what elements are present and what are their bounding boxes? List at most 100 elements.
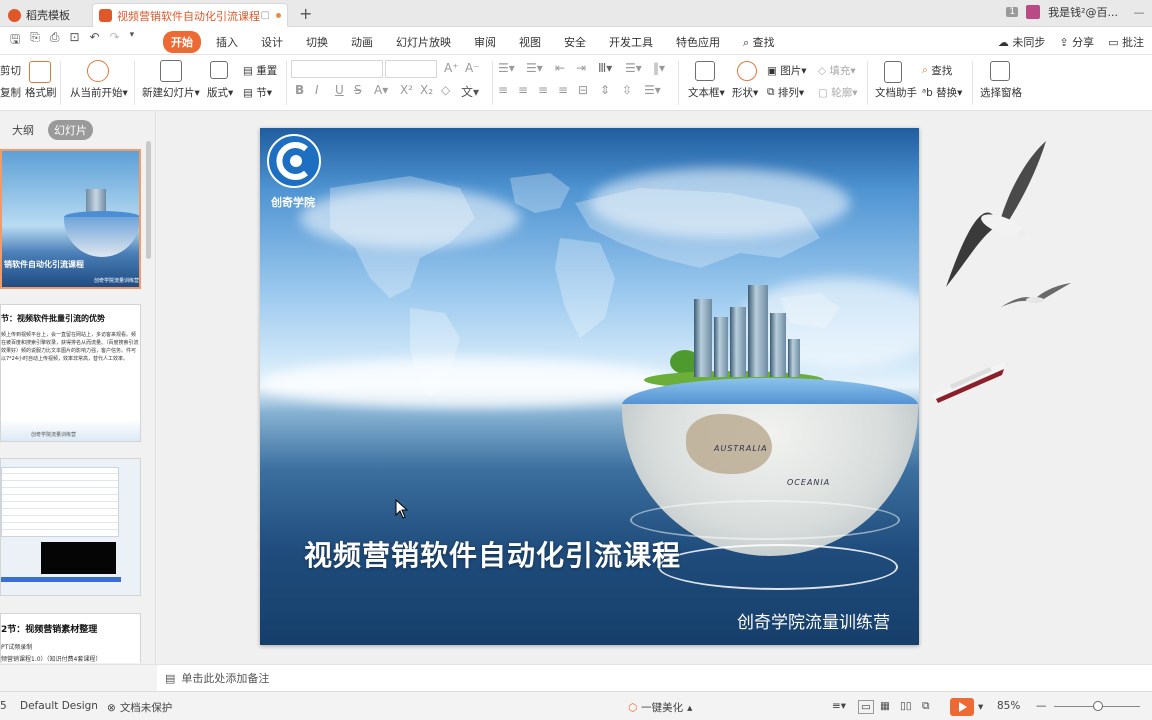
slide-sorter-icon[interactable]: ▦ [880,700,890,712]
section-button[interactable]: ▤ 节 ▾ [243,85,272,100]
print-preview-icon[interactable]: ⊡ [69,30,79,51]
slide-thumbnail-3[interactable] [0,458,141,596]
redo-icon[interactable]: ↷ [110,30,120,51]
text-direction-icon[interactable]: Ⅲ▾ [598,61,612,75]
zoom-slider-handle[interactable] [1093,701,1103,711]
tab-insert[interactable]: 插入 [208,31,246,53]
user-name[interactable]: 我是钱²@百... [1048,4,1118,20]
slide-thumbnail-1[interactable]: 销软件自动化引流课程 创奇学院流量训练营 [0,149,141,289]
play-from-current-button[interactable]: 从当前开始 ▾ [70,85,128,100]
increase-indent-icon[interactable]: ⇥ [576,61,586,75]
tab-daoke-templates[interactable]: 稻壳模板 [2,3,88,27]
zoom-out-icon[interactable]: — [1036,700,1047,712]
numbering-icon[interactable]: ☰▾ [526,61,543,75]
minimize-icon[interactable]: — [1126,6,1152,19]
search-button[interactable]: ⌕ 查找 [735,31,783,53]
paragraph-settings-icon[interactable]: ☰▾ [644,83,661,97]
selection-pane-button[interactable]: 选择窗格 [980,85,1022,100]
underline-icon[interactable]: U [335,83,344,97]
text-box-button[interactable]: 文本框 ▾ [688,85,725,100]
notes-toggle-icon[interactable]: ≡▾ [832,700,846,712]
superscript-icon[interactable]: X² [400,83,413,97]
slide-thumbnail-4[interactable]: 2节：视频营销素材整理 PT试频录制 频营销课程1.0）（知识付费4套课程） [0,613,141,663]
justify-icon[interactable]: ≡ [558,83,568,97]
tab-outline[interactable]: 大纲 [6,120,40,140]
align-right-icon[interactable]: ≡ [538,83,548,97]
cut-button[interactable]: 剪切 [0,63,21,78]
align-center-icon[interactable]: ≡ [518,83,528,97]
font-color-icon[interactable]: A▾ [374,83,388,97]
tab-developer[interactable]: 开发工具 [601,31,661,53]
print-icon[interactable]: ⎙ [50,30,60,51]
font-size-select[interactable] [385,60,437,78]
italic-icon[interactable]: I [315,83,319,97]
tab-design[interactable]: 设计 [253,31,291,53]
picture-button[interactable]: ▣ 图片 ▾ [767,63,807,78]
slideshow-play-button[interactable]: ▾ [950,698,983,716]
fill-label: 填充 [829,65,851,77]
customize-dropdown-icon[interactable]: ▾ [130,30,135,51]
phonetic-icon[interactable]: 文▾ [461,83,479,100]
slides-scrollbar[interactable] [146,141,151,259]
format-painter-button[interactable]: 格式刷 [25,85,57,100]
presenter-view-icon[interactable]: ⧉ [922,700,930,713]
strikethrough-icon[interactable]: S [354,83,362,97]
theme-name[interactable]: Default Design [20,700,98,712]
normal-view-icon[interactable]: ▭ [858,700,874,714]
tab-slides[interactable]: 幻灯片 [48,120,93,140]
undo-icon[interactable]: ↶ [90,30,100,51]
tab-document[interactable]: 视频营销软件自动化引流课程 ▢ [92,3,288,27]
increase-font-icon[interactable]: A⁺ [444,61,459,75]
line-spacing-icon[interactable]: ☰▾ [625,61,642,75]
share-button[interactable]: ⇪ 分享 [1059,34,1094,50]
tab-security[interactable]: 安全 [556,31,594,53]
save-icon[interactable]: 🖫 [10,30,20,51]
slide-thumbnail-2[interactable]: 节：视频软件批量引流的优势 频上传到视频平台上，会一直留在网站上，多访客来观看。… [0,304,141,442]
sync-button[interactable]: ☁ 未同步 [998,34,1046,50]
export-pdf-icon[interactable]: ⎘ [30,30,40,51]
arrange-button[interactable]: ⧉ 排列 ▾ [767,85,804,100]
fill-button[interactable]: ◇ 填充 ▾ [818,63,856,78]
bullets-icon[interactable]: ☰▾ [498,61,515,75]
tab-animations[interactable]: 动画 [343,31,381,53]
decrease-font-icon[interactable]: A⁻ [465,61,480,75]
reset-button[interactable]: ▤ 重置 [243,63,277,78]
paragraph-spacing-icon[interactable]: ⇕ [600,83,610,97]
outline-button[interactable]: ▢ 轮廓 ▾ [818,85,858,100]
comment-button[interactable]: ▭ 批注 [1108,34,1144,50]
slide-title[interactable]: 视频营销软件自动化引流课程 [304,534,681,574]
columns-icon[interactable]: ‖▾ [653,61,665,75]
distribute-icon[interactable]: ⊟ [578,83,588,97]
new-tab-plus-icon[interactable]: + [299,4,312,23]
current-slide[interactable]: 创奇学院 AUSTRALIA OCEANIA 视频营销软件自动化引流课程 创奇学… [260,128,919,645]
beautify-button[interactable]: ⬡ 一键美化 ▴ [628,700,692,715]
slide-subtitle[interactable]: 创奇学院流量训练营 [737,608,890,633]
new-slide-button[interactable]: 新建幻灯片 ▾ [142,85,200,100]
document-helper-button[interactable]: 文档助手 [875,85,917,100]
align-left-icon[interactable]: ≡ [498,83,508,97]
tab-view[interactable]: 视图 [511,31,549,53]
tab-review[interactable]: 审阅 [466,31,504,53]
user-avatar[interactable] [1026,5,1041,19]
decrease-indent-icon[interactable]: ⇤ [555,61,565,75]
find-button[interactable]: ⌕ 查找 [922,63,952,78]
clear-format-icon[interactable]: ◇ [441,83,450,97]
text-align-icon[interactable]: ⇳ [622,83,632,97]
tab-slideshow[interactable]: 幻灯片放映 [388,31,459,53]
globe-label: AUSTRALIA [714,444,768,453]
zoom-level[interactable]: 85% [997,700,1020,712]
protection-status[interactable]: ⊗ 文档未保护 [107,700,172,715]
replace-button[interactable]: ᵃb 替换 ▾ [922,85,962,100]
subscript-icon[interactable]: X₂ [420,83,433,97]
tab-special[interactable]: 特色应用 [668,31,728,53]
font-family-select[interactable] [291,60,383,78]
tab-transitions[interactable]: 切换 [298,31,336,53]
notes-area[interactable]: ▤ 单击此处添加备注 [157,664,1152,691]
layout-button[interactable]: 版式 ▾ [207,85,233,100]
bold-icon[interactable]: B [295,83,304,97]
tab-home[interactable]: 开始 [163,31,201,53]
reading-view-icon[interactable]: ▯▯ [900,700,912,712]
tab-monitor-icon[interactable]: ▢ [261,10,270,21]
copy-button[interactable]: 复制 [0,85,21,100]
shape-button[interactable]: 形状 ▾ [732,85,758,100]
